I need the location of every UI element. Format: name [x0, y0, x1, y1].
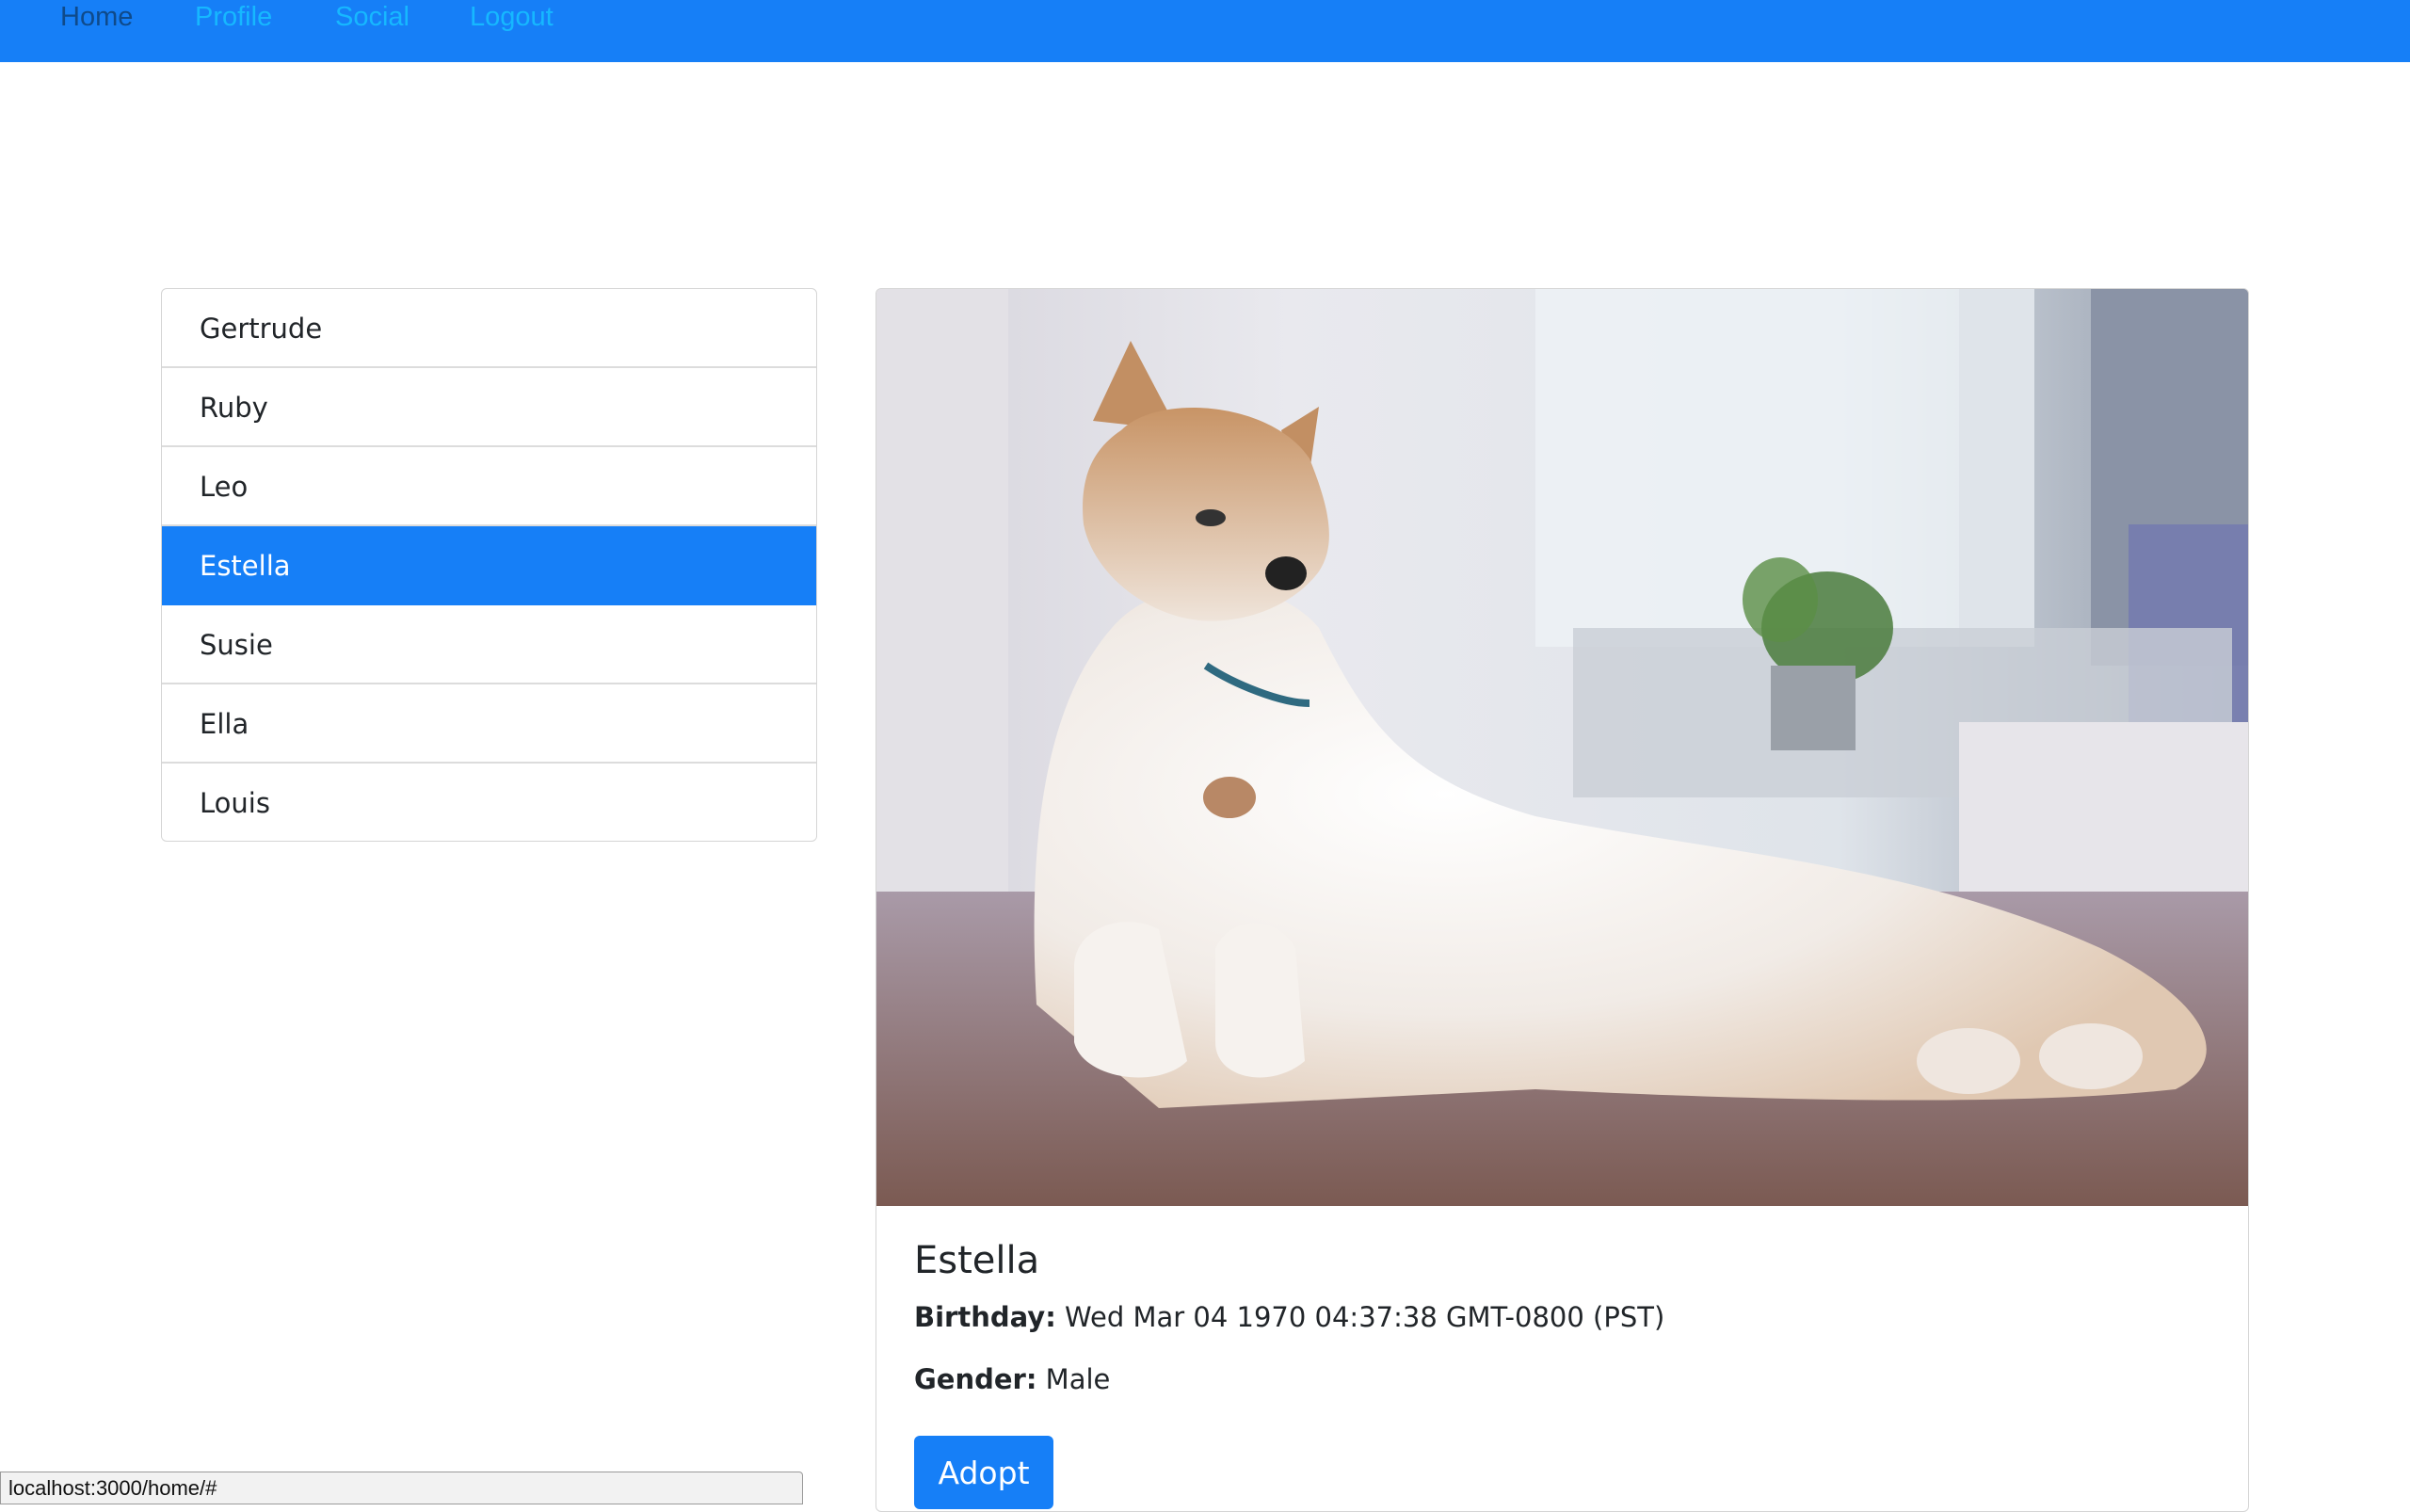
nav-social-link[interactable]: Social: [335, 0, 410, 34]
nav-logout-link[interactable]: Logout: [470, 0, 554, 34]
birthday-value: Wed Mar 04 1970 04:37:38 GMT-0800 (PST): [1065, 1301, 1665, 1333]
pet-photo: [876, 289, 2248, 1206]
nav-profile-link[interactable]: Profile: [195, 0, 272, 34]
birthday-label: Birthday:: [914, 1301, 1056, 1333]
pet-list-item-leo[interactable]: Leo: [162, 447, 816, 526]
top-navbar: Home Profile Social Logout: [0, 0, 2410, 62]
birthday-line: Birthday: Wed Mar 04 1970 04:37:38 GMT-0…: [914, 1300, 1664, 1334]
pet-list-item-louis[interactable]: Louis: [162, 764, 816, 841]
status-bar-url: localhost:3000/home/#: [0, 1472, 803, 1504]
nav-home-link[interactable]: Home: [60, 0, 133, 34]
gender-value: Male: [1045, 1363, 1111, 1395]
pet-list-item-ruby[interactable]: Ruby: [162, 368, 816, 447]
pet-list-item-ella[interactable]: Ella: [162, 684, 816, 764]
pet-list: Gertrude Ruby Leo Estella Susie Ella Lou…: [161, 288, 817, 842]
pet-detail-card: Estella Birthday: Wed Mar 04 1970 04:37:…: [876, 288, 2249, 1512]
pet-list-item-estella[interactable]: Estella: [162, 526, 816, 605]
gender-label: Gender:: [914, 1363, 1037, 1395]
pet-list-item-gertrude[interactable]: Gertrude: [162, 289, 816, 368]
pet-list-item-susie[interactable]: Susie: [162, 605, 816, 684]
gender-line: Gender: Male: [914, 1362, 1110, 1396]
adopt-button[interactable]: Adopt: [914, 1436, 1053, 1509]
pet-name-title: Estella: [914, 1239, 1040, 1282]
